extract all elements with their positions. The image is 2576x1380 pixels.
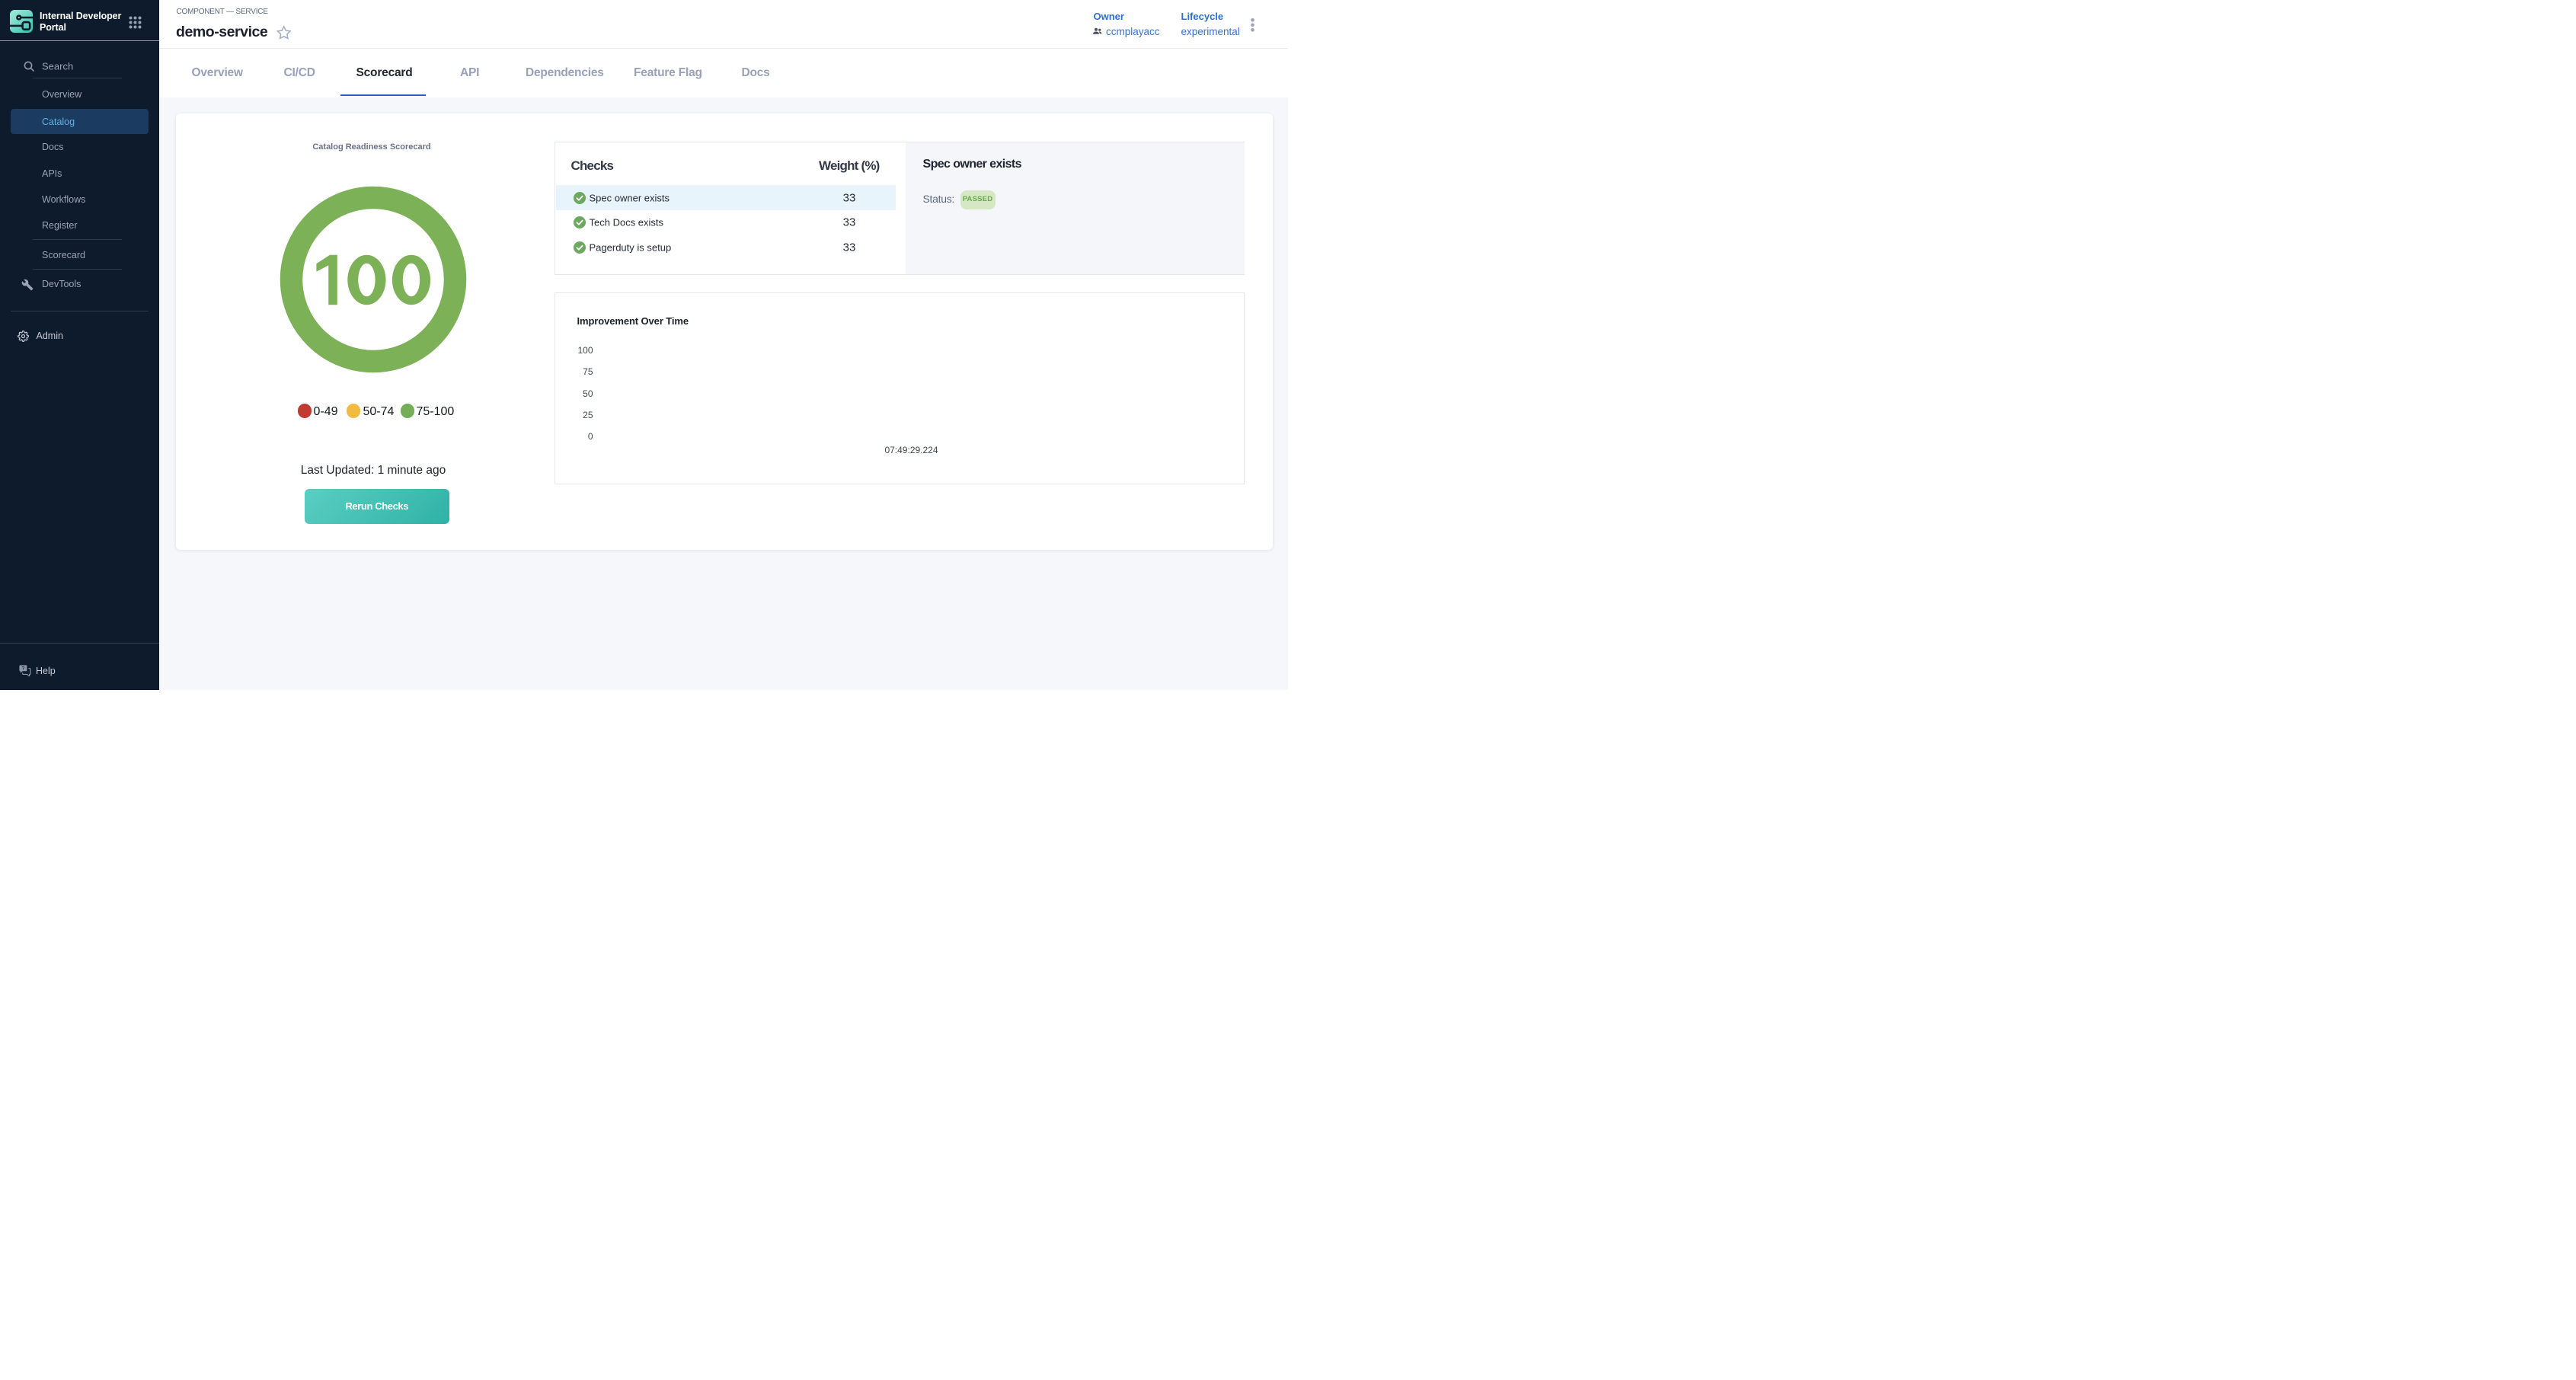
svg-text:?: ? bbox=[21, 666, 24, 672]
